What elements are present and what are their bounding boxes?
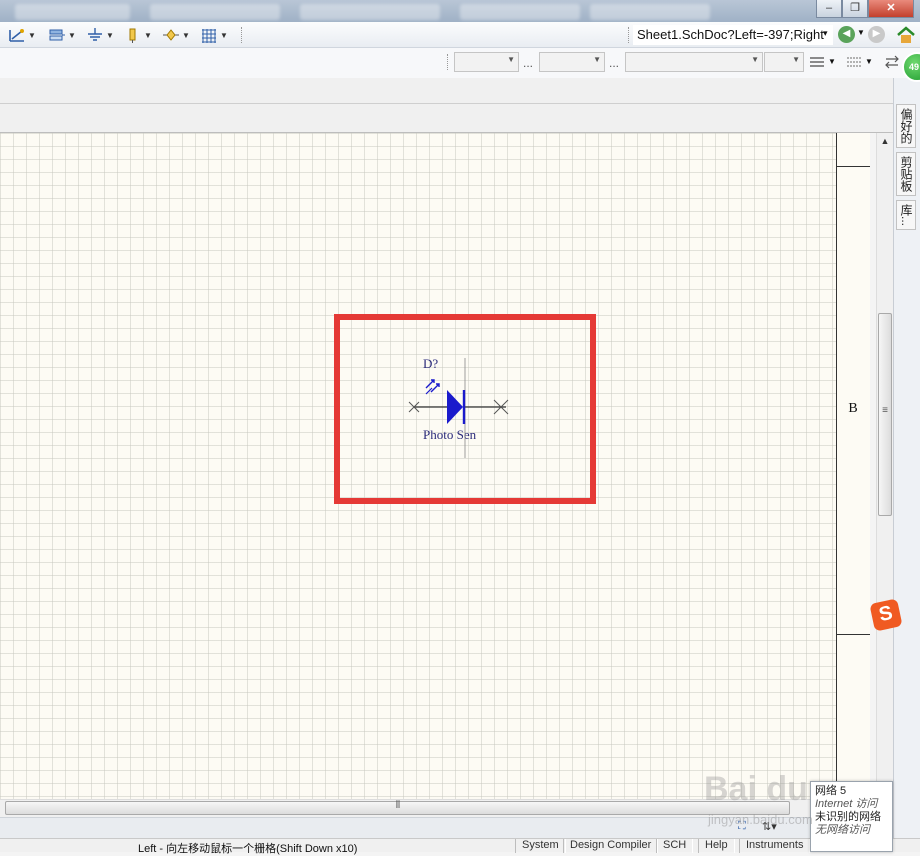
zone-divider (836, 166, 870, 167)
panel-sch-button[interactable]: SCH (656, 839, 694, 853)
minimize-button[interactable]: – (816, 0, 842, 18)
tab-libraries[interactable]: 库... (896, 200, 916, 231)
sheet-border-zone (836, 133, 870, 799)
baidu-watermark: Bai du (704, 770, 808, 808)
photodiode-symbol (408, 358, 509, 458)
chevron-down-icon[interactable]: ▼ (865, 57, 873, 66)
address-text: Sheet1.SchDoc?Left=-397;Right (637, 27, 824, 42)
grip-icon: ≡ (882, 405, 888, 416)
wire-tool[interactable]: ▼ (8, 25, 36, 45)
chevron-down-icon[interactable]: ▼ (68, 31, 76, 40)
port-tool[interactable]: ▼ (124, 25, 152, 45)
chevron-down-icon[interactable]: ▼ (220, 31, 228, 40)
blurred-tab[interactable] (590, 4, 710, 20)
chevron-down-icon[interactable]: ▼ (828, 57, 836, 66)
panel-system-button[interactable]: System (515, 839, 566, 853)
line-style-icon[interactable] (846, 56, 862, 68)
port-icon (129, 28, 136, 43)
width-select[interactable]: ▼ (764, 52, 804, 72)
wiring-toolbar: ▼ ▼ ▼ ▼ ▼ ▼ Sheet1.SchDoc?Left=-397;Righ… (0, 22, 920, 48)
blurred-tab[interactable] (460, 4, 580, 20)
ground-tool[interactable]: ▼ (86, 25, 114, 45)
tab-clipboard[interactable]: 剪贴板 (896, 152, 916, 196)
style-select[interactable]: ▼ (625, 52, 763, 72)
document-tab-strip (0, 78, 893, 133)
chevron-down-icon[interactable]: ▼ (144, 31, 152, 40)
ellipsis: ... (609, 56, 620, 70)
chevron-down-icon[interactable]: ▼ (182, 31, 190, 40)
font-size-select[interactable]: ▼ (539, 52, 605, 72)
sogou-ime-icon[interactable]: S (869, 598, 903, 632)
ellipsis: ... (523, 56, 534, 70)
chevron-down-icon: ▼ (792, 55, 800, 64)
grid-icon (202, 29, 216, 43)
blurred-tab[interactable] (15, 4, 130, 20)
swap-icon[interactable] (884, 54, 900, 70)
part-icon (163, 29, 179, 41)
chevron-down-icon: ▼ (593, 55, 601, 64)
network-name: 网络 5 (815, 785, 847, 797)
back-button[interactable]: ◀ (838, 26, 855, 43)
forward-button[interactable]: ▶ (868, 26, 885, 43)
status-message: Left - 向左移动鼠标一个栅格(Shift Down x10) (138, 843, 358, 855)
chevron-down-icon[interactable]: ▼ (106, 31, 114, 40)
wire-icon (9, 29, 24, 42)
bus-tool[interactable]: ▼ (48, 25, 76, 45)
blurred-tab[interactable] (300, 4, 440, 20)
grip-icon: ⦀ (395, 800, 401, 811)
scroll-up-icon[interactable]: ▲ (877, 136, 893, 146)
zone-divider (836, 634, 870, 635)
bus-icon (49, 29, 65, 41)
panel-instruments-button[interactable]: Instruments (739, 839, 811, 853)
toolbar-separator (241, 27, 243, 43)
font-name-select[interactable]: ▼ (454, 52, 519, 72)
photo-sensor-component[interactable]: D? Photo Sen (400, 350, 530, 460)
chevron-down-icon: ▼ (507, 55, 515, 64)
format-toolbar: ▼ ... ▼ ... ▼ ▼ ▼ ▼ (0, 48, 920, 78)
part-tool[interactable]: ▼ (162, 25, 190, 45)
restore-button[interactable]: ❐ (842, 0, 868, 18)
chevron-down-icon[interactable]: ▼ (28, 31, 36, 40)
toolbar-separator (628, 27, 630, 43)
line-weight-icon[interactable] (809, 56, 825, 68)
close-button[interactable]: ✕ (868, 0, 914, 18)
baidu-watermark-url: jingyan.baidu.com (708, 812, 813, 827)
zone-label: B (848, 401, 858, 416)
divider (0, 103, 893, 104)
panel-design-compiler-button[interactable]: Design Compiler (563, 839, 659, 853)
address-dropdown-icon[interactable]: ▾ (823, 28, 828, 39)
network-status-popup[interactable]: 网络 5 Internet 访问 未识别的网络 无网络访问 (810, 781, 893, 852)
network-no-access: 无网络访问 (815, 824, 870, 836)
grid-tool[interactable]: ▼ (200, 25, 228, 45)
chevron-down-icon[interactable]: ▼ (857, 28, 865, 37)
tab-favorites[interactable]: 偏好的 (896, 104, 916, 148)
network-access: Internet 访问 (815, 798, 878, 810)
toolbar-separator (447, 54, 449, 70)
panel-help-button[interactable]: Help (698, 839, 735, 853)
title-bar: – ❐ ✕ (0, 0, 920, 22)
blurred-tab[interactable] (150, 4, 280, 20)
document-address-field[interactable]: Sheet1.SchDoc?Left=-397;Right (633, 25, 833, 45)
home-icon[interactable] (896, 26, 916, 44)
ground-icon (88, 28, 102, 41)
chevron-down-icon: ▼ (751, 55, 759, 64)
network-unidentified: 未识别的网络 (815, 811, 881, 823)
